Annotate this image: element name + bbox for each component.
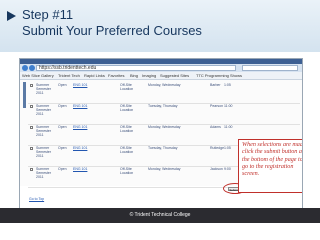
slide-heading: Step #11 Submit Your Preferred Courses [22, 7, 202, 39]
location-cell: Off-Site Location [120, 125, 134, 134]
time-cell: 11:00 [224, 125, 233, 129]
instructor-cell: Pearson [210, 104, 224, 108]
select-checkbox[interactable] [30, 126, 33, 129]
heading-step: Step #11 [22, 7, 74, 22]
browser-address-bar: https://ssb.tridenttech.edu [20, 64, 302, 72]
table-row: Summer Semester 2011 Open ENG 101 Off-Si… [28, 103, 300, 125]
select-checkbox[interactable] [30, 168, 33, 171]
favorite-ttc-programming[interactable]: TTC Programming Shows [196, 73, 242, 78]
status-cell: Open [58, 146, 67, 150]
footer-copyright: © Trident Technical College [129, 212, 191, 218]
term-cell: Summer Semester 2011 [36, 83, 51, 96]
time-cell: 9:00 [224, 167, 231, 171]
time-cell: 1:05 [224, 83, 231, 87]
instruction-callout: When selections are made, click the subm… [238, 139, 303, 193]
heading-title: Submit Your Preferred Courses [22, 23, 202, 38]
term-cell: Summer Semester 2011 [36, 146, 51, 159]
days-cell: Monday, Wednesday [148, 83, 181, 87]
callout-text: When selections are made, click the subm… [242, 142, 303, 178]
favorite-rapid-links[interactable]: Rapid Links [84, 73, 105, 78]
slide-header: Step #11 Submit Your Preferred Courses [0, 0, 320, 52]
bullet-arrow-icon [7, 11, 16, 21]
location-cell: Off-Site Location [120, 146, 134, 155]
location-cell: Off-Site Location [120, 83, 134, 92]
forward-icon[interactable] [29, 65, 35, 71]
go-to-top-link[interactable]: Go to Top [29, 197, 44, 201]
course-title-link[interactable]: ENG 101 [73, 83, 87, 87]
table-row: Summer Semester 2011 Open ENG 101 Off-Si… [28, 82, 300, 104]
location-cell: Off-Site Location [120, 104, 134, 113]
location-cell: Off-Site Location [120, 167, 134, 176]
favorite-suggested-sites[interactable]: Suggested Sites [160, 73, 189, 78]
footer-bar: © Trident Technical College [0, 208, 320, 223]
term-cell: Summer Semester 2011 [36, 104, 51, 117]
instructor-cell: Rutledge [210, 146, 225, 150]
favorite-imaging[interactable]: Imaging [142, 73, 156, 78]
days-cell: Tuesday, Thursday [148, 104, 178, 108]
url-text: https://ssb.tridenttech.edu [39, 65, 97, 71]
favorite-bing[interactable]: Bing [130, 73, 138, 78]
course-title-link[interactable]: ENG 101 [73, 167, 87, 171]
status-cell: Open [58, 125, 67, 129]
time-cell: 1:05 [224, 146, 231, 150]
status-cell: Open [58, 167, 67, 171]
instructor-cell: Adams [210, 125, 221, 129]
days-cell: Monday, Wednesday [148, 167, 181, 171]
instructor-cell: Barber [210, 83, 221, 87]
favorite-web-slice[interactable]: Web Slice Gallery [22, 73, 54, 78]
status-cell: Open [58, 104, 67, 108]
favorite-favorites[interactable]: Favorites [108, 73, 124, 78]
embedded-screenshot: https://ssb.tridenttech.edu Web Slice Ga… [19, 58, 303, 211]
course-title-link[interactable]: ENG 101 [73, 125, 87, 129]
instructor-cell: Jackson [210, 167, 223, 171]
course-title-link[interactable]: ENG 101 [73, 146, 87, 150]
back-icon[interactable] [22, 65, 28, 71]
favorites-bar: Web Slice Gallery Trident Tech Rapid Lin… [20, 72, 302, 80]
course-title-link[interactable]: ENG 101 [73, 104, 87, 108]
select-checkbox[interactable] [30, 84, 33, 87]
url-field[interactable]: https://ssb.tridenttech.edu [36, 65, 236, 71]
select-checkbox[interactable] [30, 147, 33, 150]
status-cell: Open [58, 83, 67, 87]
select-checkbox[interactable] [30, 105, 33, 108]
time-cell: 11:00 [224, 104, 233, 108]
days-cell: Tuesday, Thursday [148, 146, 178, 150]
days-cell: Monday, Wednesday [148, 125, 181, 129]
college-logo-strip [23, 82, 26, 108]
term-cell: Summer Semester 2011 [36, 167, 51, 180]
favorite-trident-tech[interactable]: Trident Tech [58, 73, 80, 78]
browser-search-input[interactable] [242, 65, 298, 71]
term-cell: Summer Semester 2011 [36, 125, 51, 138]
